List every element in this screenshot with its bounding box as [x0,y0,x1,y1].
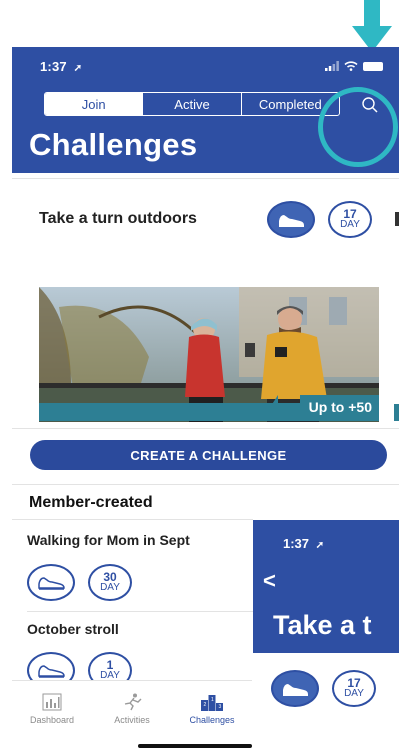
divider [12,519,253,520]
divider [27,611,268,612]
overlay-title: Take a t [273,610,372,640]
tab-activities[interactable]: Activities [92,681,172,732]
duration-badge: 30 DAY [88,564,132,601]
featured-challenge-title[interactable]: Take a turn outdoors [39,210,197,228]
reward-notch [262,395,278,420]
overlay-badges: 17 DAY [253,653,399,753]
svg-text:2: 2 [204,702,207,708]
duration-badge: 17 DAY [332,670,376,707]
divider [12,178,399,179]
tab-challenges-label: Challenges [189,715,235,725]
annotation-circle [318,87,398,167]
shoe-icon [38,576,65,590]
status-time: 1:37 ➚ [40,59,82,74]
shoe-icon [279,214,304,227]
tab-active[interactable]: Active [143,93,242,115]
runner-icon [124,693,142,711]
phone-screen: 1:37 ➚ Join Active Completed Challenges … [12,47,399,753]
activity-badge [27,564,75,601]
tab-dashboard[interactable]: Dashboard [12,681,92,732]
duration-unit: DAY [100,582,120,593]
screenshot: 1:37 ➚ Join Active Completed Challenges … [0,0,399,753]
bottom-tab-bar: Dashboard Activities 1 2 3 Challenges [12,680,252,732]
location-arrow-icon: ➚ [315,540,325,551]
wifi-icon [344,61,358,71]
shoe-icon [283,683,308,696]
activity-badge [271,670,319,707]
challenge-filter-tabs: Join Active Completed [44,92,340,116]
svg-text:1: 1 [211,697,214,703]
overlay-header: 1:37 ➚ < Take a t [253,520,399,653]
shoe-icon [38,664,65,678]
battery-icon [363,61,383,71]
status-icons [325,61,383,71]
tab-dashboard-label: Dashboard [29,715,75,725]
duration-badge: 17 DAY [328,201,372,238]
bar-chart-icon [42,693,62,711]
duration-unit: DAY [340,219,360,230]
reward-label: Up to +50 [299,395,379,420]
member-created-title: Member-created [29,494,153,511]
podium-icon: 1 2 3 [201,695,223,711]
location-arrow-icon: ➚ [73,63,83,74]
overlay-status-time: 1:37 ➚ [283,536,324,551]
tab-challenges[interactable]: 1 2 3 Challenges [172,681,252,732]
status-time-text: 1:37 [40,59,67,74]
signal-icon [325,61,339,71]
divider [12,428,399,429]
svg-text:3: 3 [219,704,222,710]
home-indicator [138,744,252,748]
member-challenge-title-1[interactable]: Walking for Mom in Sept [27,532,190,548]
next-card-strip-peek [394,404,399,421]
activity-badge [267,201,315,238]
overlay-time-text: 1:37 [283,536,310,551]
overlay-screenshot: 1:37 ➚ < Take a t 17 DAY [253,520,399,753]
divider [12,484,399,485]
create-challenge-button[interactable]: CREATE A CHALLENGE [30,440,387,470]
back-chevron-icon[interactable]: < [263,568,276,594]
duration-unit: DAY [344,688,364,699]
member-challenge-title-2[interactable]: October stroll [27,621,119,637]
tab-join[interactable]: Join [45,93,144,115]
next-card-peek [395,212,399,226]
tab-activities-label: Activities [114,715,150,725]
page-title: Challenges [29,127,198,162]
